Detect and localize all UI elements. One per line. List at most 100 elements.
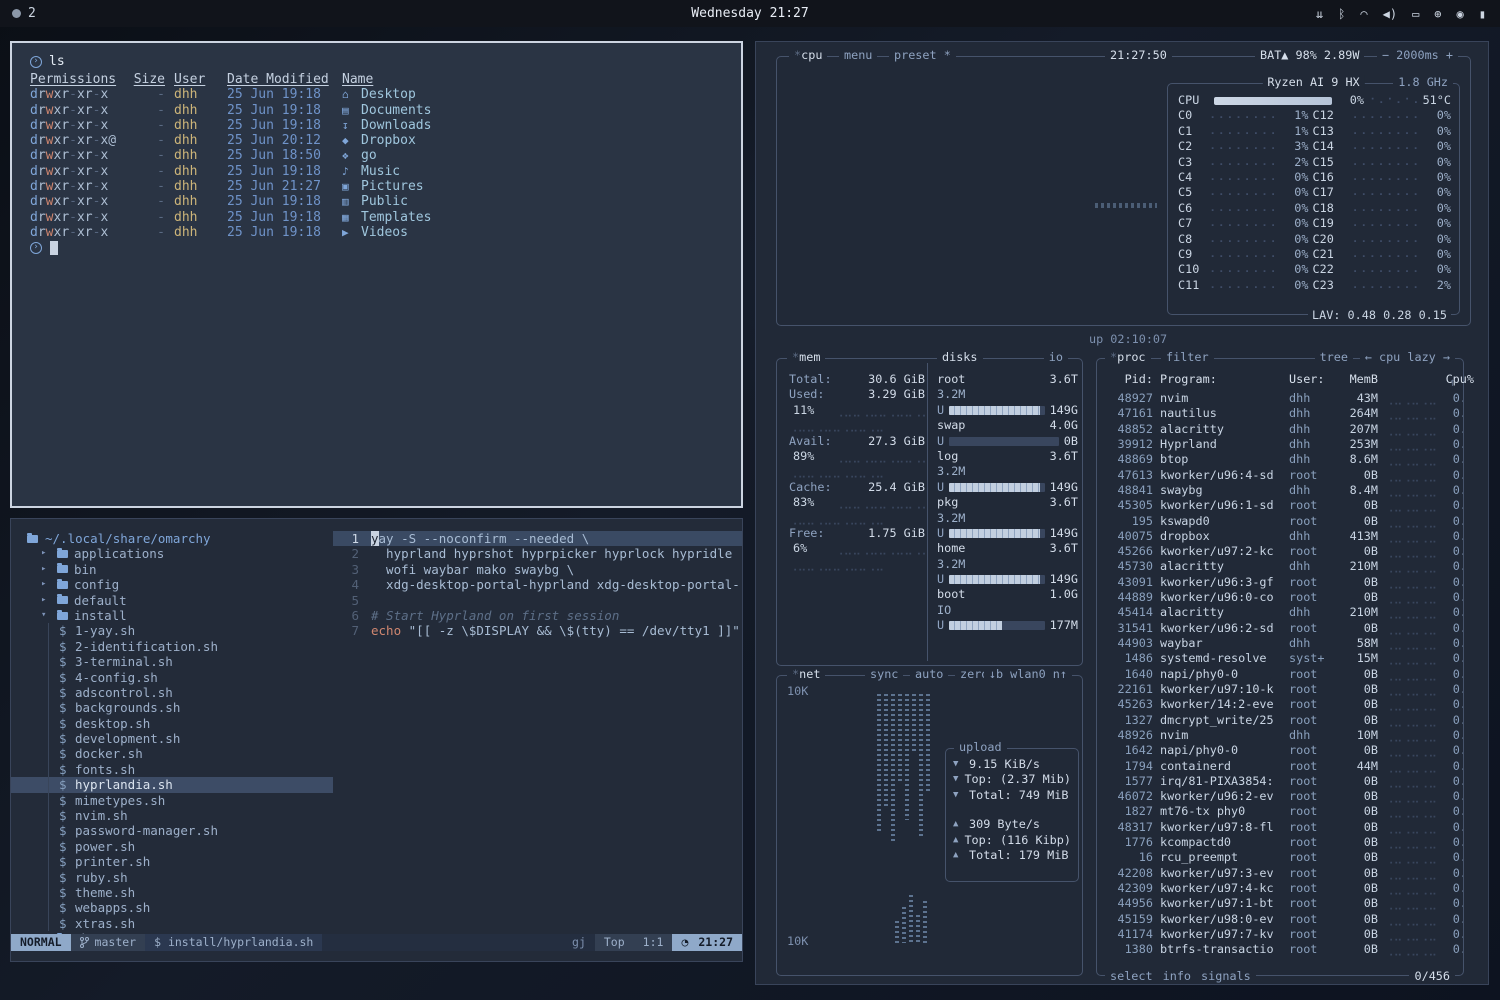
process-row[interactable]: 45266 kworker/u97:2-kc root 0B 0.0 <box>1097 544 1463 559</box>
process-row[interactable]: 1380 btrfs-transactio root 0B 0.0 <box>1097 942 1463 957</box>
tree-root[interactable]: ~/.local/share/omarchy <box>11 531 333 546</box>
signals-control[interactable]: signals <box>1201 969 1251 984</box>
tree-item[interactable]: $ 3-terminal.sh <box>11 654 333 669</box>
tree-item[interactable]: $ hyprlandia.sh <box>11 777 333 792</box>
menu-button[interactable]: menu <box>839 48 877 63</box>
tree-item[interactable]: $ config <box>11 577 333 592</box>
tree-item[interactable]: $ bin <box>11 562 333 577</box>
bluetooth-icon[interactable]: ᛒ <box>1338 7 1345 21</box>
info-control[interactable]: info <box>1163 969 1191 984</box>
battery-icon[interactable]: ▮ <box>1479 7 1486 21</box>
process-row[interactable]: 16 rcu_preempt root 0B 0.0 <box>1097 850 1463 865</box>
scroll-up-icon[interactable]: ↑ <box>1449 375 1456 390</box>
process-row[interactable]: 1577 irq/81-PIXA3854: root 0B 0.0 <box>1097 774 1463 789</box>
folder-icon: ◆ <box>342 133 355 149</box>
tree-item[interactable]: $ backgrounds.sh <box>11 700 333 715</box>
io-toggle[interactable]: io <box>1044 350 1068 365</box>
ls-header-permissions: Permissions <box>30 72 120 88</box>
process-row[interactable]: 48869 btop dhh 8.6M 0.0 <box>1097 452 1463 467</box>
tree-item[interactable]: $ 1-yay.sh <box>11 623 333 638</box>
process-row[interactable]: 43091 kworker/u96:3-gf root 0B 0.0 <box>1097 575 1463 590</box>
mem-graph <box>835 541 925 556</box>
tree-toggle[interactable]: tree <box>1315 350 1353 365</box>
select-control[interactable]: select <box>1110 969 1153 984</box>
tree-item[interactable]: $ 4-config.sh <box>11 670 333 685</box>
process-row[interactable]: 45263 kworker/14:2-eve root 0B 0.0 <box>1097 697 1463 712</box>
process-row[interactable]: 1776 kcompactd0 root 0B 0.0 <box>1097 835 1463 850</box>
tree-item[interactable]: $ webapps.sh <box>11 900 333 915</box>
btop-window[interactable]: *cpu menu preset * 21:27:50 BAT▲ 98% 2.8… <box>755 41 1489 985</box>
sync-toggle[interactable]: sync <box>865 667 903 682</box>
process-row[interactable]: 41174 kworker/u97:7-kv root 0B 0.0 <box>1097 927 1463 942</box>
filter-button[interactable]: filter <box>1161 350 1214 365</box>
tree-item[interactable]: $ ruby.sh <box>11 870 333 885</box>
process-row[interactable]: 48852 alacritty dhh 207M 0.0 <box>1097 422 1463 437</box>
tree-item[interactable]: $ xtras.sh <box>11 916 333 931</box>
tree-item[interactable]: $ applications <box>11 546 333 561</box>
folder-icon <box>57 550 68 558</box>
process-row[interactable]: 195 kswapd0 root 0B 0.0 <box>1097 514 1463 529</box>
tree-item[interactable]: $ printer.sh <box>11 854 333 869</box>
process-row[interactable]: 22161 kworker/u97:10-k root 0B 0.0 <box>1097 682 1463 697</box>
process-row[interactable]: 48927 nvim dhh 43M 0.0 <box>1097 391 1463 406</box>
process-row[interactable]: 48317 kworker/u97:8-fl root 0B 0.0 <box>1097 820 1463 835</box>
process-row[interactable]: 42208 kworker/u97:3-ev root 0B 0.0 <box>1097 866 1463 881</box>
editor-window-nvim[interactable]: ~/.local/share/omarchy $ applications <box>10 518 743 962</box>
tree-item[interactable]: $ nvim.sh <box>11 808 333 823</box>
process-row[interactable]: 45305 kworker/u96:1-sd root 0B 0.0 <box>1097 498 1463 513</box>
prompt-line-empty[interactable]: › <box>30 240 727 256</box>
process-row[interactable]: 42309 kworker/u97:4-kc root 0B 0.0 <box>1097 881 1463 896</box>
tree-item[interactable]: $ mimetypes.sh <box>11 793 333 808</box>
tree-item[interactable]: $ docker.sh <box>11 746 333 761</box>
process-row[interactable]: 1640 napi/phy0-0 root 0B 0.0 <box>1097 667 1463 682</box>
process-row[interactable]: 47613 kworker/u96:4-sd root 0B 0.0 <box>1097 468 1463 483</box>
process-row[interactable]: 1827 mt76-tx phy0 root 0B 0.0 <box>1097 804 1463 819</box>
tree-item[interactable]: $ password-manager.sh <box>11 823 333 838</box>
command-line[interactable] <box>11 951 742 961</box>
process-row[interactable]: 31541 kworker/u96:2-sd root 0B 0.0 <box>1097 621 1463 636</box>
auto-toggle[interactable]: auto <box>910 667 948 682</box>
process-row[interactable]: 45414 alacritty dhh 210M 0.0 <box>1097 605 1463 620</box>
process-row[interactable]: 47161 nautilus dhh 264M 0.0 <box>1097 406 1463 421</box>
shell-script-icon: $ <box>59 654 69 669</box>
tree-item[interactable]: $ power.sh <box>11 839 333 854</box>
process-row[interactable]: 44956 kworker/u97:1-bt root 0B 0.0 <box>1097 896 1463 911</box>
tree-item[interactable]: $ desktop.sh <box>11 716 333 731</box>
process-row[interactable]: 44889 kworker/u96:0-co root 0B 0.0 <box>1097 590 1463 605</box>
volume-icon[interactable]: ◀) <box>1383 7 1397 21</box>
code-editor[interactable]: 1yay -S --noconfirm --needed \ 2 hyprlan… <box>333 531 742 934</box>
process-row[interactable]: 1642 napi/phy0-0 root 0B 0.0 <box>1097 743 1463 758</box>
process-row[interactable]: 48841 swaybg dhh 8.4M 0.0 <box>1097 483 1463 498</box>
process-row[interactable]: 45730 alacritty dhh 210M 0.0 <box>1097 559 1463 574</box>
tree-item[interactable]: $ 2-identification.sh <box>11 639 333 654</box>
interface-selector[interactable]: ↓b wlan0 n↑ <box>984 667 1072 682</box>
process-row[interactable]: 39912 Hyprland dhh 253M 0.0 <box>1097 437 1463 452</box>
terminal-window-ls[interactable]: › ls Permissions Size User Date Modified… <box>10 41 743 508</box>
core-row: C40% C160% <box>1178 170 1451 185</box>
process-row[interactable]: 1486 systemd-resolve syst+ 15M 0.0 <box>1097 651 1463 666</box>
process-row[interactable]: 1794 containerd root 44M 0.0 <box>1097 759 1463 774</box>
process-row[interactable]: 45159 kworker/u98:0-ev root 0B 0.0 <box>1097 912 1463 927</box>
process-row[interactable]: 48926 nvim dhh 10M 0.0 <box>1097 728 1463 743</box>
process-row[interactable]: 46072 kworker/u96:2-ev root 0B 0.0 <box>1097 789 1463 804</box>
date-modified: 25 Jun 19:18 <box>227 225 333 241</box>
user-icon[interactable]: ◉ <box>1457 7 1464 21</box>
sort-selector[interactable]: ← cpu lazy → <box>1360 350 1455 365</box>
wifi-icon[interactable]: ◠ <box>1360 7 1367 21</box>
tree-item[interactable]: $ adscontrol.sh <box>11 685 333 700</box>
preset-button[interactable]: preset * <box>889 48 956 63</box>
display-icon[interactable]: ▭ <box>1412 7 1419 21</box>
disk-entry: boot1.0G IO U177M <box>937 587 1078 633</box>
tree-item[interactable]: $ theme.sh <box>11 885 333 900</box>
tree-item[interactable]: $ install <box>11 608 333 623</box>
tree-item[interactable]: $ default <box>11 593 333 608</box>
process-row[interactable]: 1327 dmcrypt_write/25 root 0B 0.0 <box>1097 713 1463 728</box>
tree-item[interactable]: $ themes <box>11 931 333 934</box>
process-row[interactable]: 40075 dropbox dhh 413M 0.0 <box>1097 529 1463 544</box>
updates-icon[interactable]: ⇊ <box>1316 7 1323 21</box>
globe-icon[interactable]: ⊕ <box>1434 7 1441 21</box>
process-row[interactable]: 44903 waybar dhh 58M 0.0 <box>1097 636 1463 651</box>
tree-item[interactable]: $ development.sh <box>11 731 333 746</box>
update-interval[interactable]: − 2000ms + <box>1377 48 1458 63</box>
tree-item[interactable]: $ fonts.sh <box>11 762 333 777</box>
